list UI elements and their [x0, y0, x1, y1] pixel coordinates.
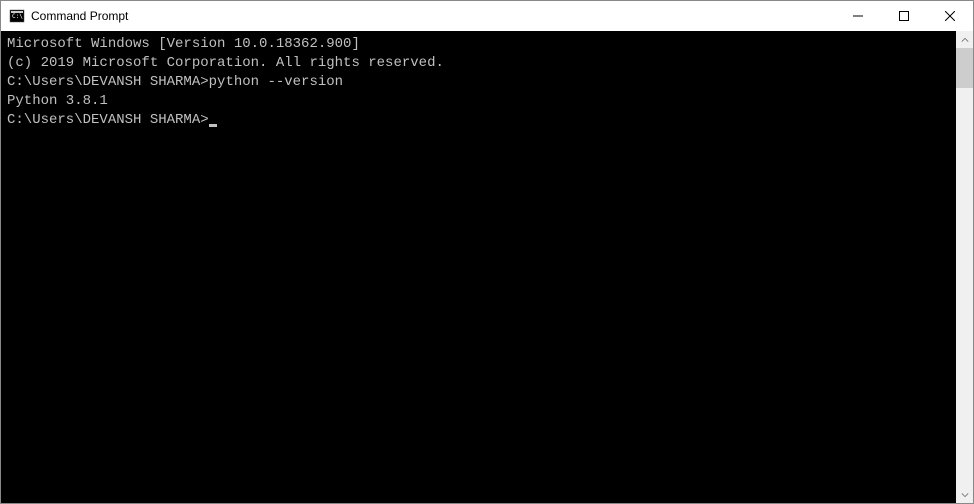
scroll-up-button[interactable] — [956, 31, 973, 48]
terminal-line: (c) 2019 Microsoft Corporation. All righ… — [7, 54, 950, 73]
terminal-content[interactable]: Microsoft Windows [Version 10.0.18362.90… — [1, 31, 956, 503]
maximize-button[interactable] — [881, 1, 927, 31]
terminal-area: Microsoft Windows [Version 10.0.18362.90… — [1, 31, 973, 503]
window-title: Command Prompt — [31, 9, 835, 23]
prompt: C:\Users\DEVANSH SHARMA> — [7, 74, 209, 90]
terminal-output: Python 3.8.1 — [7, 92, 950, 111]
scrollbar[interactable] — [956, 31, 973, 503]
window-controls — [835, 1, 973, 31]
scroll-down-button[interactable] — [956, 486, 973, 503]
command: python --version — [209, 74, 343, 90]
terminal-line: C:\Users\DEVANSH SHARMA> — [7, 112, 217, 128]
minimize-button[interactable] — [835, 1, 881, 31]
cursor — [209, 124, 217, 127]
terminal-line: Microsoft Windows [Version 10.0.18362.90… — [7, 35, 950, 54]
svg-text:C:\: C:\ — [12, 13, 23, 20]
app-icon: C:\ — [9, 8, 25, 24]
terminal-line: C:\Users\DEVANSH SHARMA>python --version — [7, 73, 950, 92]
prompt: C:\Users\DEVANSH SHARMA> — [7, 112, 209, 128]
title-bar[interactable]: C:\ Command Prompt — [1, 1, 973, 31]
close-button[interactable] — [927, 1, 973, 31]
scrollbar-thumb[interactable] — [956, 48, 973, 88]
